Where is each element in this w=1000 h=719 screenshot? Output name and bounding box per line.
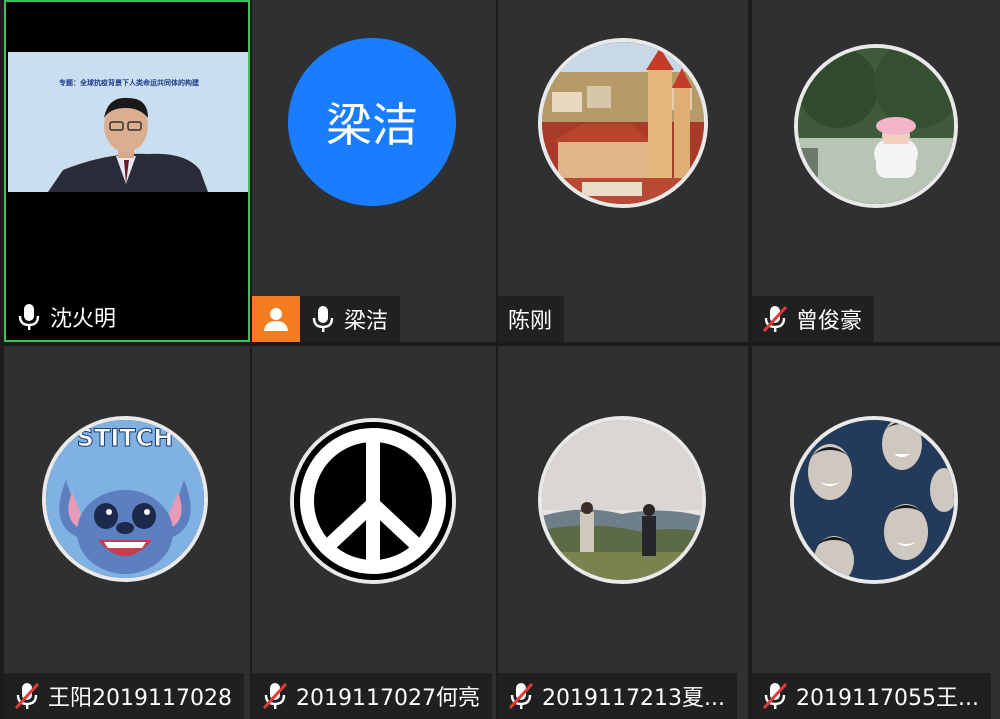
participant-tile-3[interactable]: 陈刚 bbox=[498, 0, 748, 342]
name-bar: 王阳2019117028 bbox=[4, 673, 244, 719]
participant-tile-1[interactable]: 专题：全球抗疫背景下人类命运共同体的构建 沈火明 bbox=[4, 0, 250, 342]
participant-tile-8[interactable]: 2019117055王... bbox=[752, 346, 1000, 719]
speaker-video bbox=[48, 97, 208, 192]
participant-tile-6[interactable]: 2019117027何亮 bbox=[252, 346, 496, 719]
avatar bbox=[794, 44, 958, 208]
avatar bbox=[290, 418, 456, 584]
peace-symbol-icon bbox=[294, 422, 452, 580]
svg-text:STITCH: STITCH bbox=[77, 424, 174, 452]
microphone-muted-icon bbox=[508, 682, 534, 710]
participant-name: 2019117055王... bbox=[796, 686, 979, 711]
microphone-muted-icon bbox=[14, 682, 40, 710]
participant-tile-5[interactable]: STITCH 王阳2019117028 bbox=[4, 346, 250, 719]
name-bar: 沈火明 bbox=[6, 294, 128, 340]
avatar-initials: 梁洁 bbox=[326, 98, 418, 152]
name-bar: 2019117027何亮 bbox=[252, 673, 492, 719]
name-bar: 2019117213夏... bbox=[498, 673, 737, 719]
participant-tile-2[interactable]: 梁洁 梁洁 bbox=[252, 0, 496, 342]
participant-name: 2019117213夏... bbox=[542, 686, 725, 711]
name-bar: 2019117055王... bbox=[752, 673, 991, 719]
participant-name: 王阳2019117028 bbox=[48, 686, 232, 711]
name-bar: 梁洁 bbox=[300, 296, 401, 342]
participant-name: 曾俊豪 bbox=[796, 309, 863, 334]
participant-name: 梁洁 bbox=[344, 309, 389, 334]
avatar bbox=[538, 416, 706, 584]
host-badge bbox=[252, 296, 300, 342]
microphone-icon bbox=[312, 306, 334, 332]
video-grid: 专题：全球抗疫背景下人类命运共同体的构建 沈火明 梁洁 梁洁 陈刚 曾俊豪 ST… bbox=[0, 0, 1000, 719]
microphone-muted-icon bbox=[762, 305, 788, 333]
video-feed: 专题：全球抗疫背景下人类命运共同体的构建 bbox=[8, 52, 248, 192]
avatar: 梁洁 bbox=[288, 38, 456, 206]
microphone-muted-icon bbox=[262, 682, 288, 710]
name-bar: 陈刚 bbox=[498, 296, 565, 342]
avatar bbox=[538, 38, 708, 208]
avatar bbox=[790, 416, 958, 584]
microphone-muted-icon bbox=[762, 682, 788, 710]
participant-tile-7[interactable]: 2019117213夏... bbox=[498, 346, 748, 719]
avatar: STITCH bbox=[42, 416, 208, 582]
name-bar: 曾俊豪 bbox=[752, 296, 875, 342]
participant-name: 2019117027何亮 bbox=[296, 686, 480, 711]
participant-tile-4[interactable]: 曾俊豪 bbox=[752, 0, 1000, 342]
user-icon bbox=[264, 308, 288, 331]
participant-name: 沈火明 bbox=[50, 307, 117, 332]
participant-name: 陈刚 bbox=[508, 309, 553, 334]
microphone-icon bbox=[18, 304, 40, 330]
